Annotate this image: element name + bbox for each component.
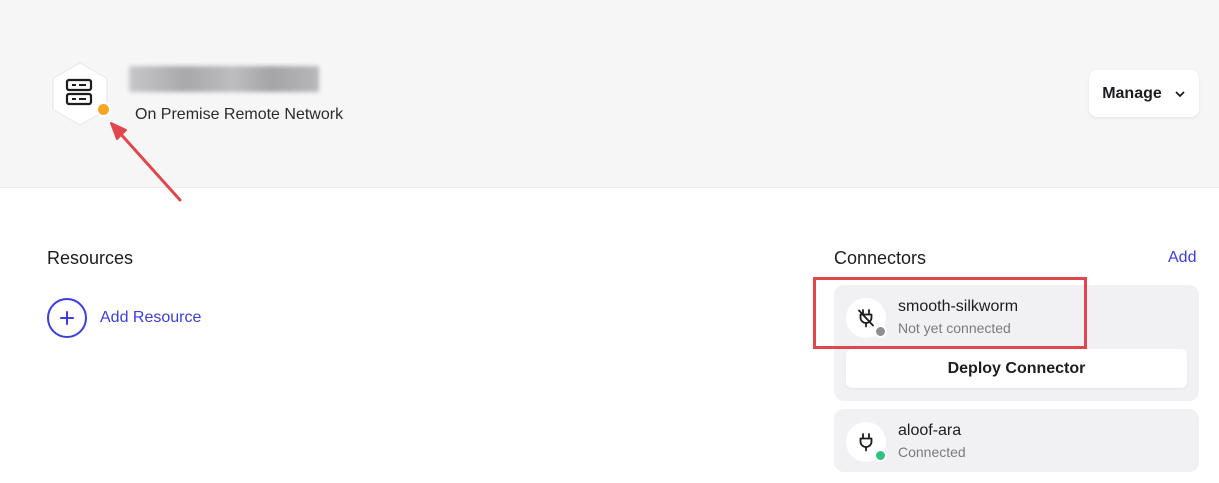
add-resource-button[interactable]: Add Resource [47,298,201,338]
network-avatar [48,62,112,126]
manage-button[interactable]: Manage [1089,70,1199,117]
network-name-redacted [129,66,319,92]
connector-status-dot [874,325,887,338]
connector-name: aloof-ara [898,422,962,439]
connector-status-dot [874,449,887,462]
connector-avatar [846,422,887,462]
remote-network-page: On Premise Remote Network Manage Resourc… [0,0,1219,483]
plug-off-icon [858,309,874,328]
server-icon [65,78,93,106]
connector-card[interactable]: aloof-ara Connected [834,409,1199,472]
manage-button-label: Manage [1102,84,1162,102]
resources-heading: Resources [47,248,134,268]
add-connector-link[interactable]: Add [1168,249,1196,267]
deploy-connector-button[interactable]: Deploy Connector [846,349,1187,388]
add-resource-label: Add Resource [100,309,202,326]
connector-status: Connected [898,444,966,460]
network-status-dot [96,102,111,117]
connectors-heading: Connectors [834,248,927,268]
chevron-down-icon [1175,91,1185,97]
connector-card[interactable]: smooth-silkworm Not yet connected Deploy… [834,285,1199,401]
network-header: On Premise Remote Network Manage [0,0,1219,188]
network-type-label: On Premise Remote Network [135,106,344,123]
connector-status: Not yet connected [898,320,1011,336]
plus-icon [47,298,87,338]
connector-name: smooth-silkworm [898,298,1019,315]
plug-icon [859,433,873,452]
connector-avatar [846,298,887,338]
